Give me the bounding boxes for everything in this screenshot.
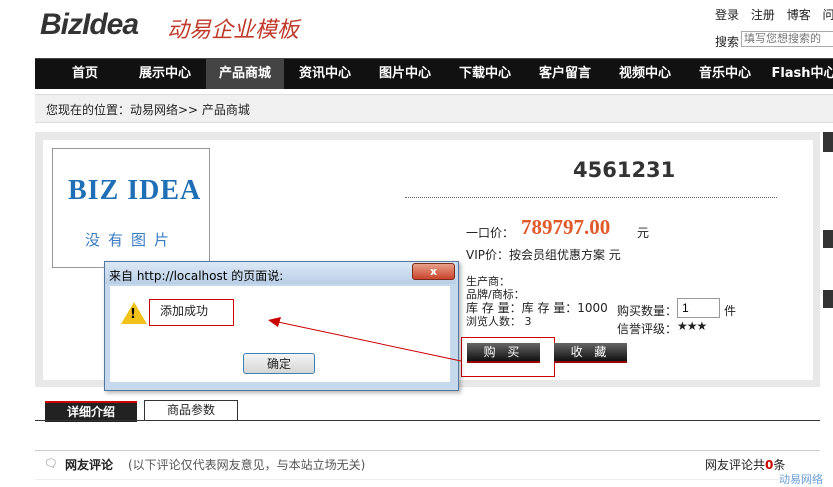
rating-label: 信誉评级： <box>617 322 678 336</box>
register-link[interactable]: 注册 <box>751 8 775 22</box>
quantity-unit: 件 <box>724 304 737 318</box>
product-image[interactable] <box>52 148 210 268</box>
comment-title: 网友评论 <box>65 458 114 472</box>
rating-stars: ★★★ <box>677 319 707 333</box>
nav-item-showcase[interactable]: 展示中心 <box>127 59 203 89</box>
side-panel-header <box>823 132 833 152</box>
site-logo-subtitle: 动易企业模板 <box>167 18 300 43</box>
price-value: 789797.00 <box>521 215 611 239</box>
product-image-logo: BIZ IDEA <box>68 175 202 206</box>
watermark: 动易网络 <box>779 473 823 486</box>
no-image-text: 没有图片 <box>85 231 178 249</box>
favorite-button[interactable]: 收 藏 <box>554 343 627 363</box>
divider <box>405 197 777 198</box>
quantity-label: 购买数量： <box>617 304 678 318</box>
quantity-input[interactable] <box>677 298 720 318</box>
breadcrumb-text: 您现在的位置：动易网络>> 产品商城 <box>46 103 250 117</box>
comment-icon: 🗨 <box>44 457 58 470</box>
search-label: 搜索 <box>715 35 740 49</box>
nav-item-downloads[interactable]: 下载中心 <box>447 59 523 89</box>
blog-link[interactable]: 博客 <box>787 8 811 22</box>
comment-note: (以下评论仅代表网友意见，与本站立场无关) <box>128 458 366 472</box>
warning-icon-mark: ! <box>130 307 136 322</box>
nav-item-shop[interactable]: 产品商城 <box>206 59 284 89</box>
site-logo[interactable]: BizIdea <box>40 8 139 42</box>
tab-details[interactable]: 详细介绍 <box>45 401 137 422</box>
search-input[interactable] <box>741 31 833 47</box>
ok-button[interactable]: 确定 <box>243 353 315 374</box>
nav-item-music[interactable]: 音乐中心 <box>687 59 763 89</box>
breadcrumb: 您现在的位置：动易网络>> 产品商城 <box>35 94 833 123</box>
price-unit: 元 <box>637 226 650 240</box>
tab-parameters[interactable]: 商品参数 <box>144 400 238 420</box>
comment-count-suffix: 条 <box>773 458 786 472</box>
vip-price: VIP价：按会员组优惠方案 元 <box>466 248 621 262</box>
dialog-message: 添加成功 <box>160 304 209 318</box>
nav-item-flash[interactable]: Flash中心 <box>769 59 833 89</box>
nav-item-pictures[interactable]: 图片中心 <box>367 59 443 89</box>
tab-divider <box>35 420 820 421</box>
comment-count-prefix: 网友评论共 <box>705 458 766 472</box>
price-label: 一口价： <box>466 226 515 240</box>
nav-item-news[interactable]: 资讯中心 <box>287 59 363 89</box>
login-link[interactable]: 登录 <box>715 8 739 22</box>
product-title: 4561231 <box>573 158 676 182</box>
buy-button[interactable]: 购 买 <box>467 343 540 363</box>
view-count: 浏览人数： 3 <box>466 315 532 328</box>
side-panel-header <box>823 230 833 248</box>
top-links: 登录 注册 博客 问答 <box>715 6 833 23</box>
qa-link[interactable]: 问答 <box>823 8 833 22</box>
nav-item-home[interactable]: 首页 <box>53 59 117 89</box>
comment-count: 网友评论共0条 <box>705 456 785 473</box>
main-nav: 首页 展示中心 产品商城 资讯中心 图片中心 下载中心 客户留言 视频中心 音乐… <box>35 58 833 89</box>
nav-item-guestbook[interactable]: 客户留言 <box>527 59 603 89</box>
side-panel-header <box>823 290 833 308</box>
close-icon[interactable]: x <box>412 263 455 280</box>
nav-item-video[interactable]: 视频中心 <box>607 59 683 89</box>
dialog-title: 来自 http://localhost 的页面说: <box>109 269 284 283</box>
